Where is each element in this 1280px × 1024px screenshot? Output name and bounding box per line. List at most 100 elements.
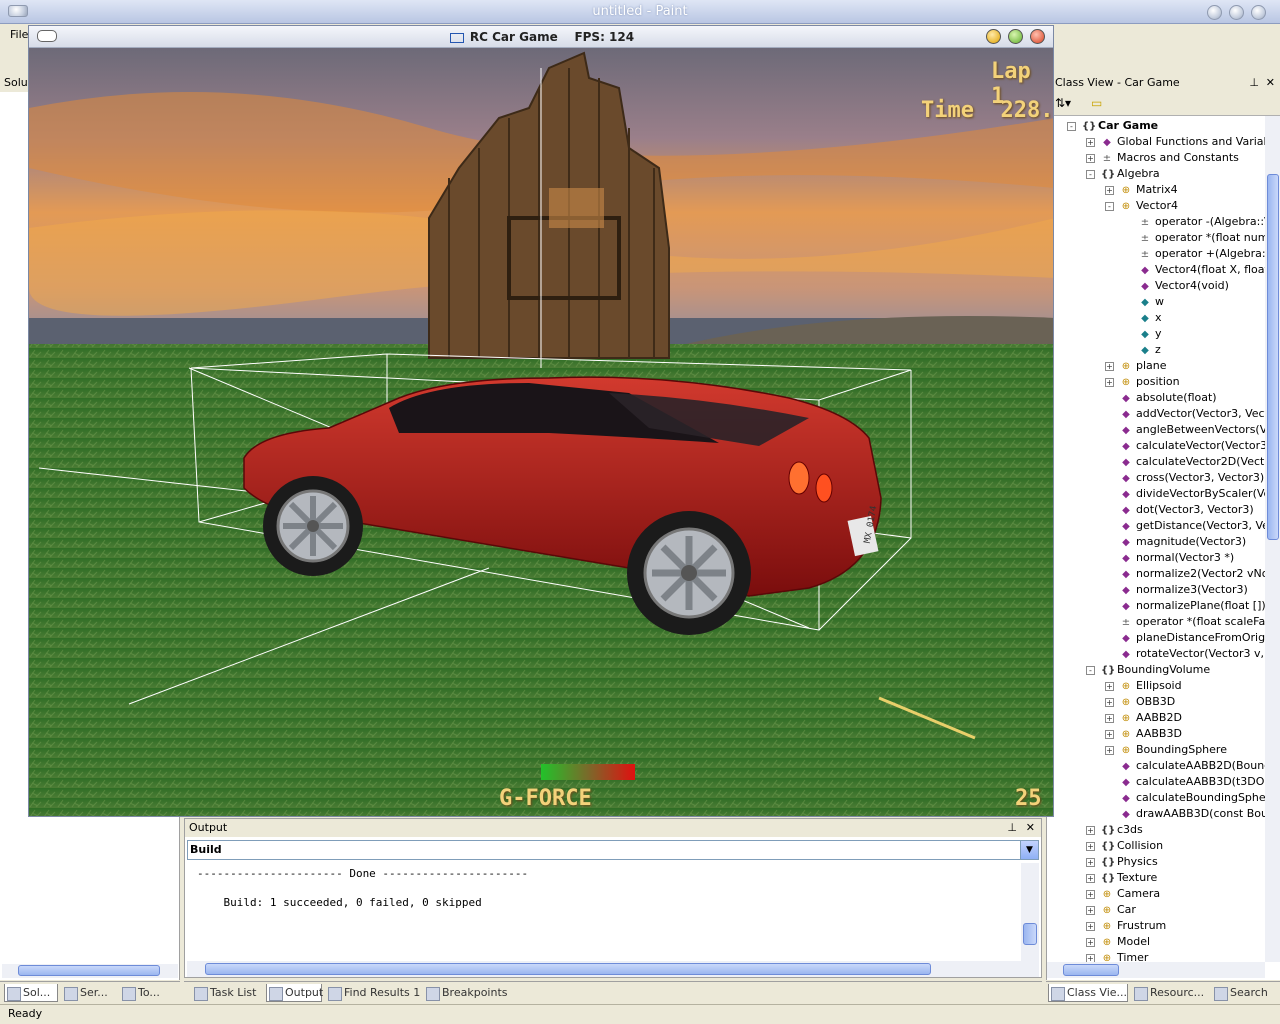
- menu-file[interactable]: File: [10, 28, 28, 41]
- outer-sysmenu-icon[interactable]: [8, 5, 28, 17]
- tree-item[interactable]: ◆ cross(Vector3, Vector3): [1105, 470, 1264, 486]
- output-hscroll-thumb[interactable]: [205, 963, 931, 975]
- tree-item[interactable]: + ◆ Global Functions and Variables: [1086, 134, 1265, 150]
- chevron-down-icon[interactable]: ▼: [1020, 841, 1038, 859]
- expand-icon[interactable]: +: [1105, 697, 1114, 707]
- output-pin-icon[interactable]: ⊥: [1007, 819, 1017, 837]
- expand-icon[interactable]: +: [1105, 713, 1114, 723]
- tree-item[interactable]: + ⊕ Model: [1086, 934, 1150, 950]
- close-icon[interactable]: ✕: [1266, 76, 1275, 90]
- tree-item[interactable]: ◆ x: [1124, 310, 1161, 326]
- tree-item[interactable]: ◆ getDistance(Vector3, Vector3: [1105, 518, 1265, 534]
- tree-item[interactable]: + ⊕ plane: [1105, 358, 1167, 374]
- expand-icon[interactable]: +: [1105, 745, 1114, 755]
- minimize-button[interactable]: [986, 29, 1001, 44]
- tree-item[interactable]: ◆ normal(Vector3 *): [1105, 550, 1234, 566]
- tree-item[interactable]: ◆ w: [1124, 294, 1164, 310]
- expand-icon[interactable]: +: [1086, 873, 1095, 883]
- output-source-select[interactable]: Build ▼: [187, 840, 1039, 860]
- tree-item[interactable]: ◆ addVector(Vector3, Vector3): [1105, 406, 1265, 422]
- tree-item[interactable]: ± operator *(float scaleFactor,: [1105, 614, 1265, 630]
- new-folder-icon[interactable]: ▭: [1091, 96, 1102, 110]
- output-close-icon[interactable]: ✕: [1026, 819, 1035, 837]
- expand-icon[interactable]: +: [1105, 681, 1114, 691]
- collapse-icon[interactable]: -: [1067, 121, 1076, 131]
- pin-icon[interactable]: ⊥: [1249, 76, 1259, 90]
- tree-item[interactable]: ◆ calculateAABB3D(t3DObject *: [1105, 774, 1265, 790]
- class-view-hscroll[interactable]: [1047, 962, 1265, 978]
- tab-breakpoints[interactable]: Breakpoints: [424, 984, 508, 1002]
- expand-icon[interactable]: +: [1105, 729, 1114, 739]
- tree-item[interactable]: ◆ planeDistanceFromOrigin(Vec: [1105, 630, 1265, 646]
- outer-close-button[interactable]: [1251, 5, 1266, 20]
- expand-icon[interactable]: +: [1086, 857, 1095, 867]
- output-vscroll-thumb[interactable]: [1023, 923, 1037, 945]
- tree-item[interactable]: ◆ absolute(float): [1105, 390, 1216, 406]
- expand-icon[interactable]: +: [1105, 377, 1114, 387]
- maximize-button[interactable]: [1008, 29, 1023, 44]
- expand-icon[interactable]: +: [1086, 921, 1095, 931]
- tree-item[interactable]: ± operator *(float num): [1124, 230, 1265, 246]
- expand-icon[interactable]: +: [1086, 825, 1095, 835]
- expand-icon[interactable]: +: [1086, 137, 1095, 147]
- expand-icon[interactable]: +: [1105, 361, 1114, 371]
- tree-item[interactable]: ± operator -(Algebra::Vecto: [1124, 214, 1265, 230]
- tree-item[interactable]: ◆ divideVectorByScaler(Vector3: [1105, 486, 1265, 502]
- tree-item[interactable]: + {} Physics: [1086, 854, 1158, 870]
- tree-item[interactable]: -{} Car Game: [1067, 118, 1158, 134]
- tree-item[interactable]: ◆ calculateVector2D(Vector2, V: [1105, 454, 1265, 470]
- class-view-vscroll[interactable]: [1265, 116, 1280, 962]
- tree-item[interactable]: + ⊕ Matrix4: [1105, 182, 1178, 198]
- tree-item[interactable]: - ⊕ Vector4: [1105, 198, 1178, 214]
- tree-item[interactable]: ◆ normalize2(Vector2 vNormal): [1105, 566, 1265, 582]
- expand-icon[interactable]: +: [1086, 937, 1095, 947]
- close-button[interactable]: [1030, 29, 1045, 44]
- tree-item[interactable]: ◆ dot(Vector3, Vector3): [1105, 502, 1254, 518]
- tree-item[interactable]: ◆ magnitude(Vector3): [1105, 534, 1246, 550]
- collapse-icon[interactable]: -: [1105, 201, 1114, 211]
- tree-item[interactable]: ◆ rotateVector(Vector3 v, float: [1105, 646, 1265, 662]
- sort-icon[interactable]: ⇅▾: [1055, 96, 1071, 110]
- tree-item[interactable]: ◆ angleBetweenVectors(Vector3: [1105, 422, 1265, 438]
- tab-find-results[interactable]: Find Results 1: [326, 984, 422, 1002]
- expand-icon[interactable]: +: [1105, 185, 1114, 195]
- tree-item[interactable]: + ⊕ Timer: [1086, 950, 1148, 962]
- tree-item[interactable]: + ⊕ AABB2D: [1105, 710, 1182, 726]
- tree-item[interactable]: + ⊕ Camera: [1086, 886, 1160, 902]
- tab-output[interactable]: Output: [266, 984, 323, 1002]
- tab-toolbox[interactable]: To...: [120, 984, 176, 1002]
- tree-item[interactable]: ◆ normalize3(Vector3): [1105, 582, 1248, 598]
- collapse-icon[interactable]: -: [1086, 665, 1095, 675]
- tree-item[interactable]: ◆ Vector4(void): [1124, 278, 1229, 294]
- tree-item[interactable]: -{} BoundingVolume: [1086, 662, 1210, 678]
- tree-item[interactable]: ◆ calculateAABB2D(BoundingVo: [1105, 758, 1265, 774]
- tree-item[interactable]: ◆ Vector4(float X, float Y, f: [1124, 262, 1265, 278]
- tree-item[interactable]: + ± Macros and Constants: [1086, 150, 1239, 166]
- output-text[interactable]: ---------------------- Done ------------…: [187, 863, 1021, 961]
- tree-item[interactable]: -{} Algebra: [1086, 166, 1160, 182]
- tree-item[interactable]: + ⊕ position: [1105, 374, 1180, 390]
- tab-search[interactable]: Search: [1212, 984, 1274, 1002]
- tree-item[interactable]: + ⊕ BoundingSphere: [1105, 742, 1227, 758]
- tree-item[interactable]: + {} c3ds: [1086, 822, 1143, 838]
- tree-item[interactable]: ◆ y: [1124, 326, 1161, 342]
- tree-item[interactable]: ◆ drawAABB3D(const Bounding: [1105, 806, 1265, 822]
- solution-hscroll-thumb[interactable]: [18, 965, 160, 976]
- tree-item[interactable]: ◆ calculateBoundingSphere(t3D: [1105, 790, 1265, 806]
- tree-item[interactable]: + ⊕ Car: [1086, 902, 1136, 918]
- tree-item[interactable]: ◆ z: [1124, 342, 1161, 358]
- expand-icon[interactable]: +: [1086, 153, 1095, 163]
- expand-icon[interactable]: +: [1086, 889, 1095, 899]
- expand-icon[interactable]: +: [1086, 841, 1095, 851]
- outer-maximize-button[interactable]: [1229, 5, 1244, 20]
- tree-item[interactable]: + ⊕ Frustrum: [1086, 918, 1166, 934]
- tree-item[interactable]: + {} Texture: [1086, 870, 1157, 886]
- tab-resource-view[interactable]: Resourc...: [1132, 984, 1210, 1002]
- output-hscroll[interactable]: [187, 961, 1039, 977]
- tree-item[interactable]: ◆ calculateVector(Vector3, Vect: [1105, 438, 1265, 454]
- tab-class-view[interactable]: Class Vie...: [1048, 984, 1128, 1002]
- expand-icon[interactable]: +: [1086, 953, 1095, 962]
- tree-item[interactable]: + ⊕ OBB3D: [1105, 694, 1175, 710]
- expand-icon[interactable]: +: [1086, 905, 1095, 915]
- tree-item[interactable]: + {} Collision: [1086, 838, 1163, 854]
